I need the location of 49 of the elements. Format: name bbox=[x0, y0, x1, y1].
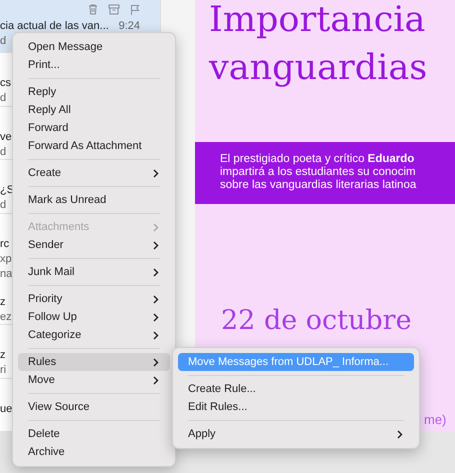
chevron-icon bbox=[153, 268, 159, 276]
message-preview: d bbox=[0, 92, 6, 104]
menu-item[interactable]: Delete bbox=[18, 425, 170, 443]
poster-text: sobre las vanguardias literarias latinoa bbox=[220, 179, 418, 192]
menu-item[interactable]: Archive bbox=[18, 443, 170, 461]
menu-item[interactable]: Reply All bbox=[18, 101, 170, 119]
menu-item[interactable]: Reply bbox=[18, 83, 170, 101]
message-subject: cia actual de las van... bbox=[0, 20, 109, 32]
poster-date: 22 de octubre bbox=[221, 305, 412, 336]
flag-icon[interactable] bbox=[130, 4, 140, 16]
message-preview: ez bbox=[0, 310, 12, 323]
chevron-icon bbox=[397, 430, 403, 438]
trash-icon[interactable] bbox=[88, 4, 98, 15]
menu-item[interactable]: Create bbox=[18, 164, 170, 182]
menu-item[interactable]: Edit Rules... bbox=[178, 398, 414, 416]
message-subject: z bbox=[0, 296, 6, 308]
menu-item[interactable]: Priority bbox=[18, 290, 170, 308]
message-subject: cs bbox=[0, 77, 11, 90]
menu-item[interactable]: Mark as Unread bbox=[18, 191, 170, 209]
message-preview: xp bbox=[0, 252, 12, 265]
menu-item[interactable]: Apply bbox=[178, 425, 414, 443]
message-time: 9:24 bbox=[118, 20, 141, 32]
poster-text: impartirá a los estudiantes su conocim bbox=[220, 166, 417, 179]
message-preview: ri bbox=[0, 364, 6, 376]
message-preview: d bbox=[0, 146, 6, 158]
poster-footer: me) bbox=[424, 412, 446, 427]
chevron-icon bbox=[153, 168, 159, 178]
menu-item[interactable]: Sender bbox=[18, 236, 170, 254]
message-subject: ue bbox=[0, 402, 12, 415]
message-subject: ve bbox=[0, 130, 12, 143]
poster-text: El prestigiado poeta y crítico Eduardo bbox=[220, 153, 416, 166]
poster-title: vanguardias bbox=[209, 47, 428, 90]
message-preview: na bbox=[0, 268, 12, 280]
message-preview: d bbox=[0, 35, 6, 47]
menu-item[interactable]: Junk Mail bbox=[18, 263, 170, 281]
message-subject: z bbox=[0, 349, 6, 362]
menu-item[interactable]: Follow Up bbox=[18, 308, 170, 326]
menu-item[interactable]: Print... bbox=[18, 56, 170, 74]
menu-item[interactable]: Create Rule... bbox=[178, 380, 414, 398]
message-subject: rc bbox=[0, 238, 10, 250]
menu-item[interactable]: View Source bbox=[18, 398, 170, 416]
menu-item[interactable]: Forward bbox=[18, 119, 170, 137]
menu-item[interactable]: Rules bbox=[18, 353, 170, 371]
archive-icon[interactable] bbox=[108, 4, 120, 15]
poster-title: Importancia bbox=[209, 0, 426, 42]
message-preview: d bbox=[0, 199, 6, 212]
menu-item[interactable]: Categorize bbox=[18, 326, 170, 344]
menu-item[interactable]: Move bbox=[18, 371, 170, 389]
menu-item[interactable]: Forward As Attachment bbox=[18, 137, 170, 155]
